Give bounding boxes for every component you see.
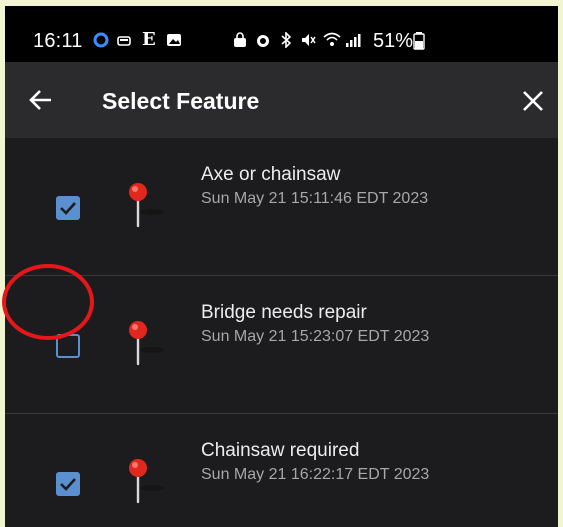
feature-list: Axe or chainsaw Sun May 21 15:11:46 EDT 2…: [5, 138, 558, 527]
lock-icon: [232, 32, 248, 48]
alarm-icon: [255, 32, 271, 48]
feature-checkbox[interactable]: [56, 334, 80, 358]
feature-row[interactable]: Axe or chainsaw Sun May 21 15:11:46 EDT 2…: [5, 138, 558, 275]
phone-screen: 16:11 E 51% Select Feature Axe or chains…: [5, 6, 558, 527]
wifi-icon: [323, 32, 341, 48]
status-bar: 16:11 E 51%: [5, 6, 558, 62]
checkmark-icon: [60, 202, 76, 215]
feature-date: Sun May 21 16:22:17 EDT 2023: [201, 466, 430, 483]
feature-title: Chainsaw required: [201, 440, 360, 461]
signal-icon: [345, 32, 361, 48]
e-letter-icon: E: [142, 29, 156, 50]
status-time: 16:11: [33, 30, 83, 52]
feature-title: Axe or chainsaw: [201, 164, 341, 185]
app-bar: Select Feature: [5, 62, 558, 138]
feature-row[interactable]: Chainsaw required Sun May 21 16:22:17 EDT…: [5, 413, 558, 527]
feature-date: Sun May 21 15:23:07 EDT 2023: [201, 328, 430, 345]
back-button[interactable]: [27, 86, 55, 114]
close-icon: [523, 91, 543, 111]
feature-title: Bridge needs repair: [201, 302, 367, 323]
gallery-icon: [166, 32, 182, 48]
map-pin-icon: [124, 182, 168, 232]
map-pin-icon: [124, 458, 168, 508]
arrow-left-icon: [29, 90, 51, 110]
battery-percentage: 51%: [373, 30, 414, 52]
checkmark-icon: [60, 478, 76, 491]
car-icon: [116, 32, 132, 48]
feature-checkbox[interactable]: [56, 196, 80, 220]
feature-row[interactable]: Bridge needs repair Sun May 21 15:23:07 E…: [5, 275, 558, 413]
page-title: Select Feature: [102, 88, 260, 114]
location-dot-icon: [93, 32, 109, 48]
battery-icon: [413, 32, 429, 50]
map-pin-icon: [124, 320, 168, 370]
bluetooth-icon: [278, 31, 294, 49]
feature-checkbox[interactable]: [56, 472, 80, 496]
feature-date: Sun May 21 15:11:46 EDT 2023: [201, 190, 429, 207]
close-button[interactable]: [520, 88, 546, 114]
mute-icon: [300, 32, 316, 48]
